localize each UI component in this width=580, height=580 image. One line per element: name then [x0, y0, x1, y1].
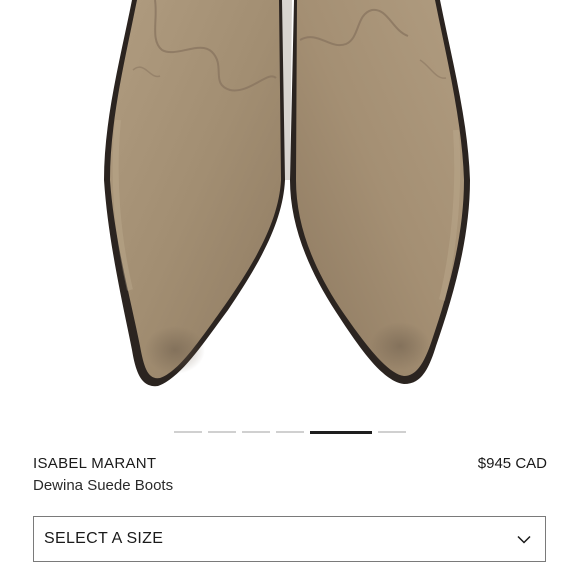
chevron-down-icon [517, 532, 531, 546]
gallery-dot[interactable] [378, 431, 406, 433]
boots-photo [0, 0, 580, 420]
gallery-dot[interactable] [276, 431, 304, 433]
size-selector[interactable]: SELECT A SIZE [33, 516, 546, 562]
product-image[interactable] [0, 0, 580, 420]
gallery-dot[interactable] [242, 431, 270, 433]
gallery-pagination [0, 430, 580, 434]
gallery-dot[interactable] [208, 431, 236, 433]
product-price: $945 CAD [477, 455, 547, 472]
product-name: Dewina Suede Boots [33, 477, 174, 494]
gallery-dot-active[interactable] [310, 430, 372, 434]
size-selector-label: SELECT A SIZE [44, 530, 164, 547]
brand-name[interactable]: ISABEL MARANT [33, 455, 156, 472]
gallery-dot[interactable] [174, 431, 202, 433]
